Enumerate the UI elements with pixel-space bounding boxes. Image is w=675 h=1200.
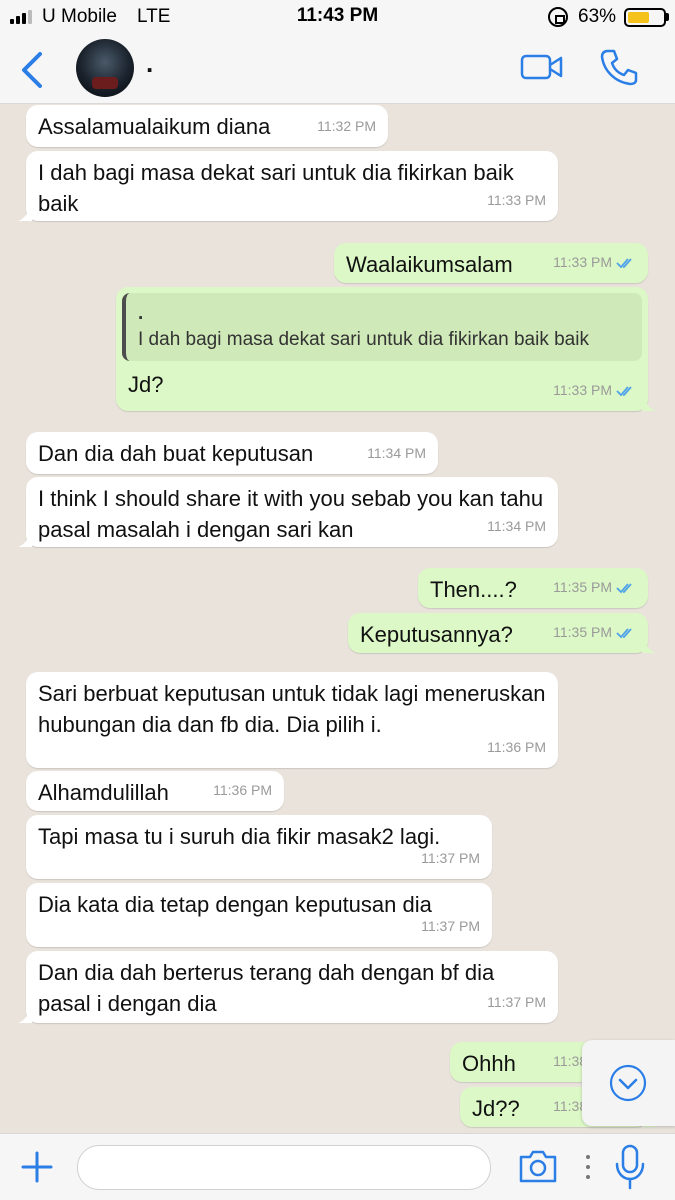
message-bubble[interactable]: . I dah bagi masa dekat sari untuk dia f… (116, 287, 656, 411)
microphone-icon[interactable] (612, 1144, 648, 1190)
message-bubble[interactable]: I think I should share it with you sebab… (18, 477, 558, 547)
message-timestamp: 11:34 PM (367, 438, 426, 469)
message-time: 11:33 PM (553, 254, 612, 270)
message-bubble[interactable]: Then....? 11:35 PM (418, 568, 648, 608)
message-text: I think I should share it with you sebab… (38, 486, 544, 542)
chevron-down-circle-icon (609, 1064, 647, 1102)
message-bubble[interactable]: Alhamdulillah 11:36 PM (26, 771, 284, 811)
message-bubble[interactable]: Assalamualaikum diana 11:32 PM (26, 105, 388, 147)
quoted-message[interactable]: . I dah bagi masa dekat sari untuk dia f… (122, 293, 642, 361)
message-bubble[interactable]: Sari berbuat keputusan untuk tidak lagi … (26, 672, 558, 768)
message-input[interactable] (77, 1145, 491, 1190)
message-text: Dan dia dah berterus terang dah dengan b… (38, 960, 495, 1016)
message-timestamp: 11:33 PM (553, 375, 636, 406)
message-time: 11:36 PM (213, 782, 272, 798)
more-dots-icon[interactable] (586, 1154, 590, 1180)
status-bar: U Mobile LTE 11:43 PM 63% (0, 0, 675, 34)
message-time: 11:33 PM (487, 192, 546, 208)
double-check-icon (616, 385, 632, 396)
message-text: Dia kata dia tetap dengan keputusan dia (38, 892, 432, 917)
message-time: 11:37 PM (421, 918, 480, 934)
message-bubble[interactable]: Dan dia dah buat keputusan 11:34 PM (26, 432, 438, 474)
rotation-lock-icon (548, 7, 568, 27)
message-bubble[interactable]: I dah bagi masa dekat sari untuk dia fik… (18, 151, 558, 221)
message-time: 11:37 PM (421, 850, 480, 866)
message-timestamp: 11:32 PM (317, 111, 376, 142)
message-time: 11:37 PM (487, 994, 546, 1010)
double-check-icon (616, 582, 632, 593)
camera-icon[interactable] (518, 1148, 558, 1184)
battery-percent: 63% (578, 6, 617, 27)
message-text: Tapi masa tu i suruh dia fikir masak2 la… (38, 824, 441, 849)
status-time: 11:43 PM (296, 5, 379, 26)
message-bubble[interactable]: Dia kata dia tetap dengan keputusan dia … (26, 883, 492, 947)
message-time: 11:36 PM (487, 739, 546, 755)
bubble-tail (18, 207, 32, 221)
message-timestamp: 11:33 PM (487, 185, 546, 216)
quoted-author: . (138, 303, 144, 324)
bubble-tail (18, 1009, 32, 1023)
message-timestamp: 11:36 PM (213, 775, 272, 806)
bubble-tail (18, 533, 32, 547)
message-list[interactable]: Assalamualaikum diana 11:32 PM I dah bag… (0, 105, 675, 1133)
message-timestamp: 11:35 PM (553, 572, 636, 603)
quoted-text: I dah bagi masa dekat sari untuk dia fik… (138, 329, 589, 350)
contact-name[interactable]: . (146, 48, 153, 79)
double-check-icon (616, 257, 632, 268)
message-text: Sari berbuat keputusan untuk tidak lagi … (38, 681, 546, 737)
message-input-bar (0, 1133, 675, 1200)
message-time: 11:32 PM (317, 118, 376, 134)
message-time: 11:34 PM (367, 445, 426, 461)
message-timestamp: 11:37 PM (421, 843, 480, 874)
message-bubble[interactable]: Waalaikumsalam 11:33 PM (334, 243, 648, 283)
battery-tip (666, 13, 669, 21)
message-timestamp: 11:36 PM (487, 732, 546, 763)
message-bubble[interactable]: Dan dia dah berterus terang dah dengan b… (18, 951, 558, 1023)
message-time: 11:33 PM (553, 382, 612, 398)
message-bubble[interactable]: Tapi masa tu i suruh dia fikir masak2 la… (26, 815, 492, 879)
bubble-tail (642, 639, 656, 653)
scroll-to-bottom-button[interactable] (582, 1040, 675, 1126)
double-check-icon (616, 627, 632, 638)
chevron-left-icon[interactable] (18, 50, 48, 90)
message-timestamp: 11:37 PM (487, 987, 546, 1018)
battery-icon (624, 8, 666, 27)
message-time: 11:35 PM (553, 624, 612, 640)
message-timestamp: 11:33 PM (553, 247, 636, 278)
phone-icon[interactable] (600, 48, 638, 86)
battery-level-fill (628, 12, 649, 23)
message-text: I dah bagi masa dekat sari untuk dia fik… (38, 160, 514, 216)
plus-icon[interactable] (20, 1150, 54, 1184)
bubble-tail (642, 397, 656, 411)
chat-header: . (0, 34, 675, 104)
message-timestamp: 11:37 PM (421, 911, 480, 942)
contact-avatar[interactable] (76, 39, 134, 97)
message-time: 11:34 PM (487, 518, 546, 534)
message-time: 11:35 PM (553, 579, 612, 595)
message-timestamp: 11:35 PM (553, 617, 636, 648)
message-bubble[interactable]: Keputusannya? 11:35 PM (348, 613, 656, 653)
video-camera-icon[interactable] (520, 52, 564, 82)
message-timestamp: 11:34 PM (487, 511, 546, 542)
